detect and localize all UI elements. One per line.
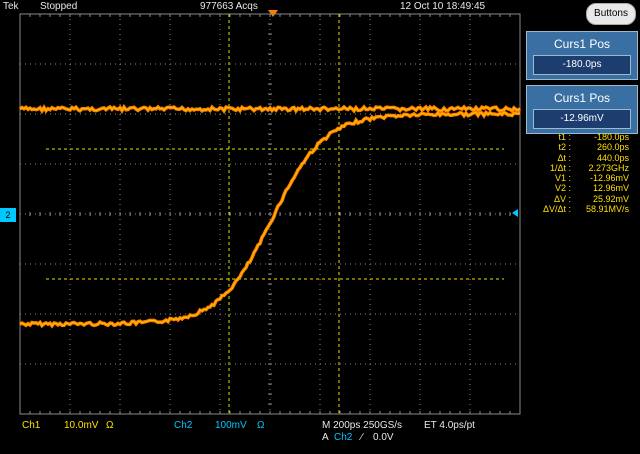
cursor1-time-panel[interactable]: Curs1 Pos -180.0ps [526, 31, 638, 80]
cursor1-voltage-title: Curs1 Pos [553, 91, 611, 105]
readout-value: -12.96mV [589, 173, 629, 184]
readout-row: V1 : -12.96mV [526, 173, 638, 183]
readout-label: V2 : [554, 183, 571, 194]
readout-value: 12.96mV [592, 183, 629, 194]
cursor1-time-title: Curs1 Pos [553, 37, 611, 51]
readout-row: Δt : 440.0ps [526, 153, 638, 163]
readout-row: 1/Δt : 2.273GHz [526, 163, 638, 173]
readout-row: V2 : 12.96mV [526, 183, 638, 193]
readout-value: 25.92mV [592, 193, 629, 204]
readout-value: 440.0ps [596, 152, 629, 163]
readout-label: Δt : [557, 152, 571, 163]
trigger-slope-icon[interactable]: ∕ [361, 432, 363, 443]
channel-2-level-marker[interactable]: 2 [0, 208, 16, 222]
readout-value: 260.0ps [596, 142, 629, 153]
readout-row: t2 : 260.0ps [526, 142, 638, 152]
ch1-label[interactable]: Ch1 [22, 420, 40, 431]
trigger-source[interactable]: Ch2 [334, 432, 352, 443]
trigger-prefix: A [322, 432, 329, 443]
readout-row: ΔV/Δt : 58.91MV/s [526, 204, 638, 214]
readout-label: ΔV : [553, 193, 571, 204]
timebase[interactable]: M 200ps 250GS/s [322, 420, 402, 431]
readout-label: t1 : [558, 132, 571, 142]
ch2-coupling: Ω [257, 420, 265, 431]
readout-label: 1/Δt : [549, 162, 571, 173]
cursor1-time-value[interactable]: -180.0ps [533, 55, 631, 75]
channel-status-bar: Ch1 10.0mV Ω Ch2 100mV Ω M 200ps 250GS/s… [0, 414, 640, 454]
ch2-label[interactable]: Ch2 [174, 420, 192, 431]
graticule [19, 13, 521, 415]
trigger-level-arrow-icon[interactable] [512, 209, 518, 217]
readout-label: ΔV/Δt : [542, 204, 571, 215]
ch2-scale[interactable]: 100mV [215, 420, 247, 431]
readout-value: -180.0ps [593, 132, 629, 142]
readout-label: V1 : [554, 173, 571, 184]
trigger-level[interactable]: 0.0V [373, 432, 394, 443]
readout-row: ΔV : 25.92mV [526, 194, 638, 204]
readout-value: 58.91MV/s [585, 204, 629, 215]
channel-2-marker-label: 2 [5, 210, 11, 220]
cursor1-voltage-value[interactable]: -12.96mV [533, 109, 631, 129]
cursor1-voltage-panel[interactable]: Curs1 Pos -12.96mV [526, 85, 638, 134]
ch1-scale[interactable]: 10.0mV [64, 420, 98, 431]
readout-label: t2 : [558, 142, 571, 153]
readout-value: 2.273GHz [588, 162, 629, 173]
ch1-coupling: Ω [106, 420, 114, 431]
readout-row: t1 : -180.0ps [526, 132, 638, 142]
cursor-readout: t1 : -180.0ps t2 : 260.0ps Δt : 440.0ps 1/Δ… [526, 132, 638, 214]
equivalent-time: ET 4.0ps/pt [424, 420, 475, 431]
